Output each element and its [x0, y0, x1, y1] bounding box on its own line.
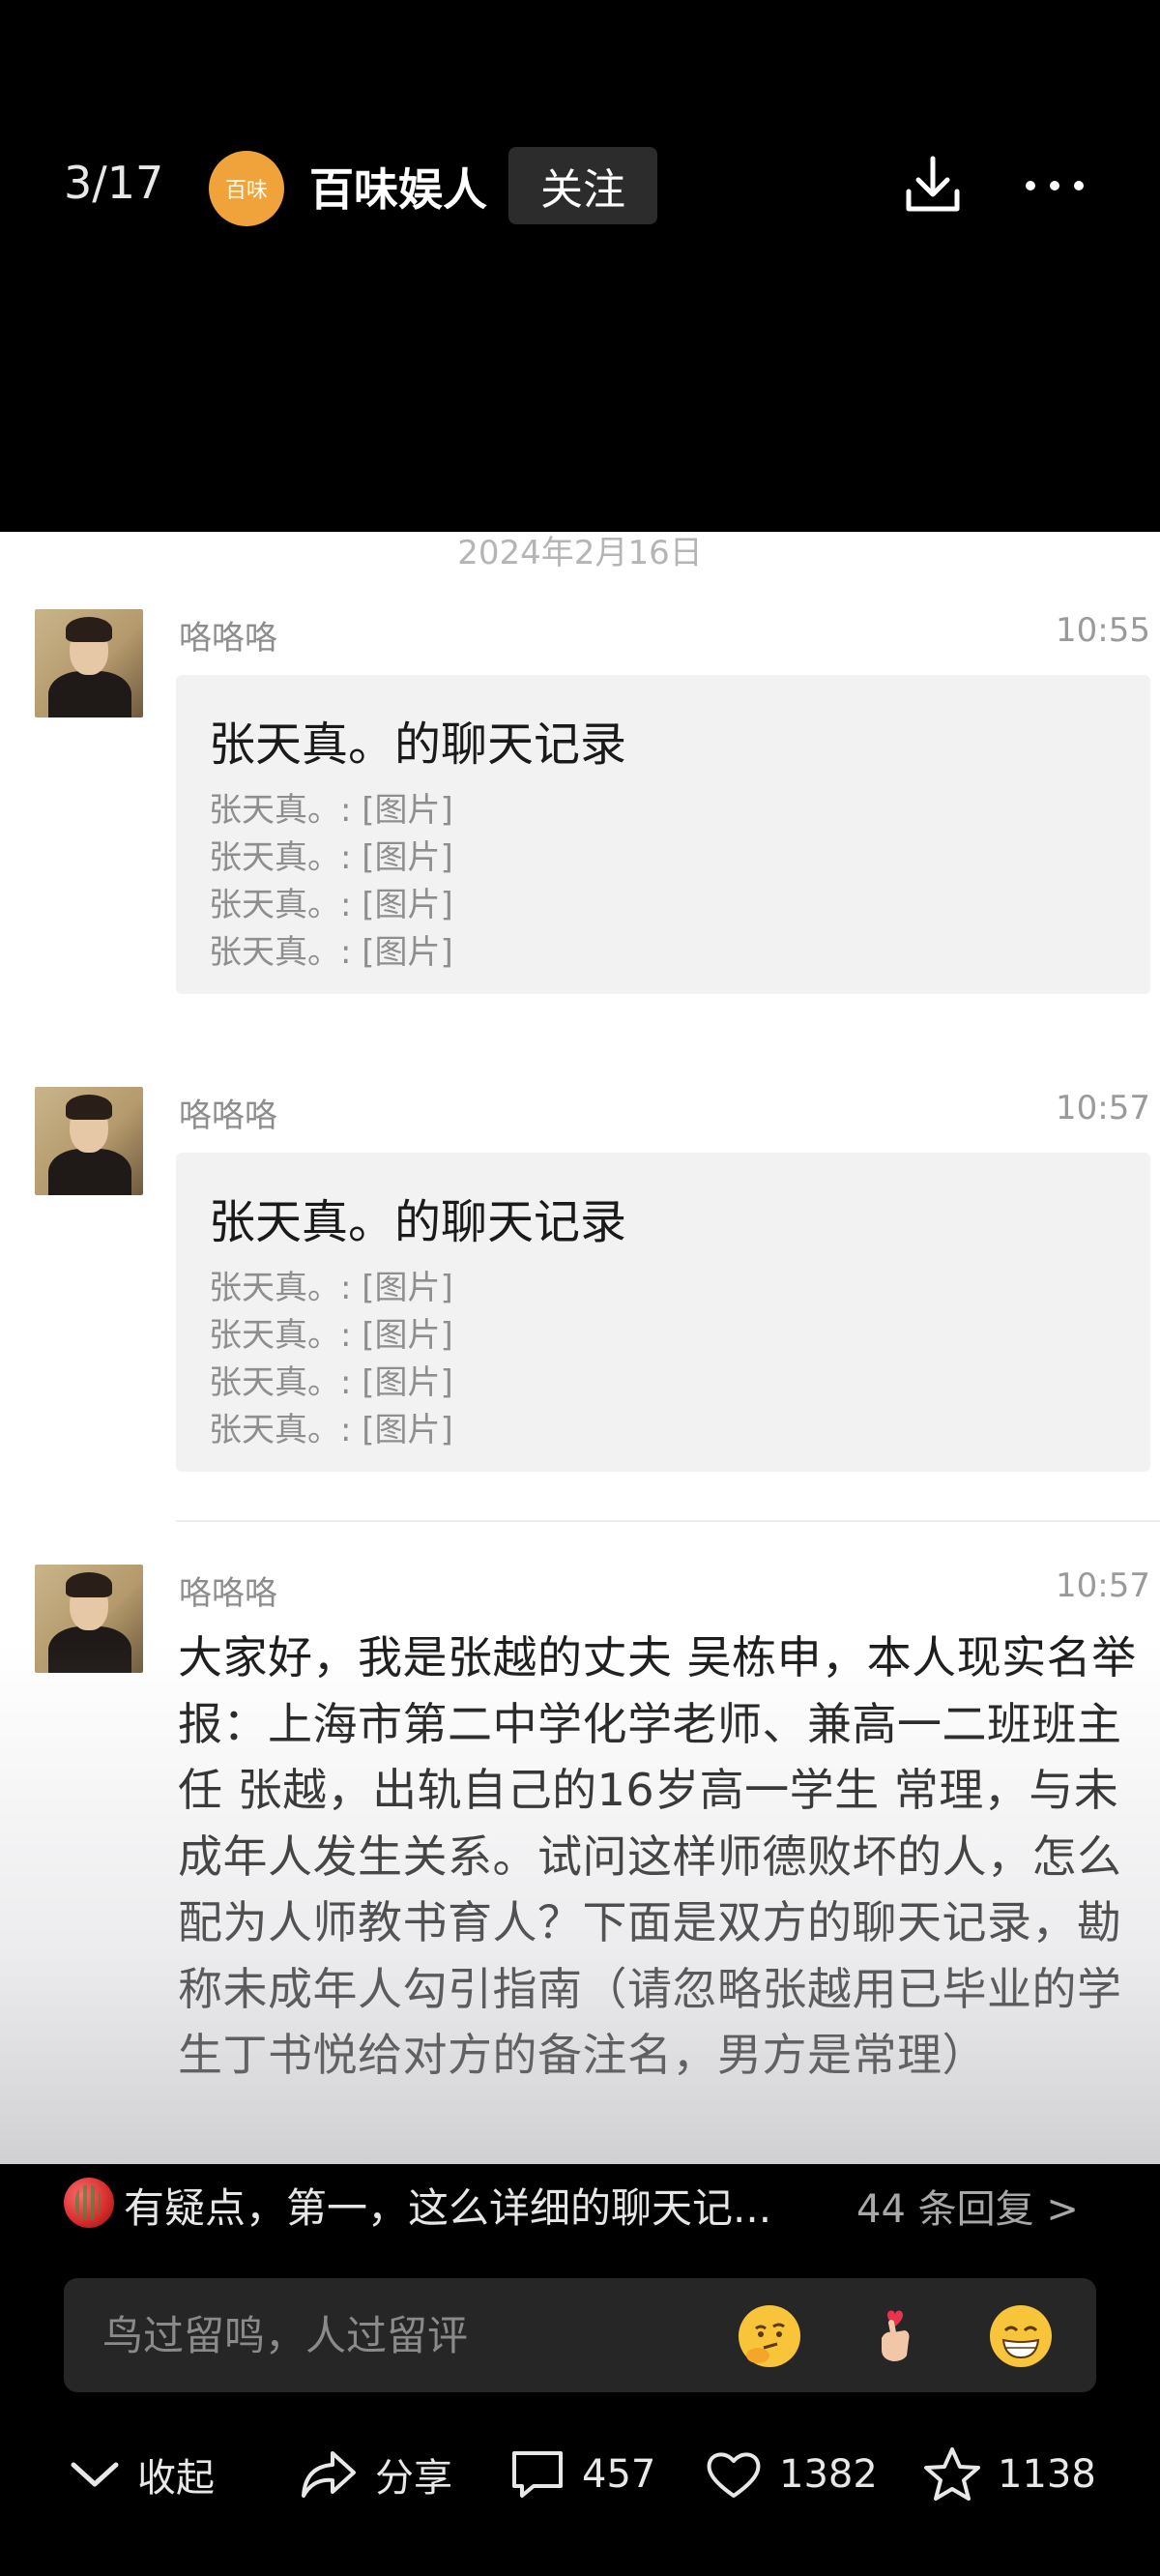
forwarded-chat-card: 张天真。的聊天记录 张天真。: [图片] 张天真。: [图片] 张天真。: [图…	[176, 1153, 1150, 1472]
sender-name: 咯咯咯	[179, 619, 277, 658]
finger-heart-emoji-icon[interactable]	[864, 2305, 926, 2367]
message-text: 大家好，我是张越的丈夫 吴栋申，本人现实名举报：上海市第二中学化学老师、兼高一二…	[178, 1631, 1137, 2081]
like-button[interactable]: 1382	[704, 2441, 878, 2508]
avatar	[35, 1087, 143, 1195]
message-time: 10:57	[1056, 1089, 1150, 1127]
more-icon[interactable]	[1021, 164, 1088, 207]
share-icon	[302, 2451, 356, 2498]
follow-button[interactable]: 关注	[508, 147, 657, 224]
sender-name: 咯咯咯	[179, 1574, 277, 1613]
card-line: 张天真。: [图片]	[209, 933, 453, 972]
favorites-count: 1138	[998, 2452, 1096, 2497]
commenter-avatar[interactable]	[64, 2178, 114, 2228]
share-button[interactable]: 分享	[298, 2441, 452, 2508]
sender-name: 咯咯咯	[179, 1097, 277, 1135]
share-label: 分享	[375, 2456, 452, 2501]
likes-count: 1382	[779, 2452, 878, 2497]
star-icon	[924, 2447, 980, 2501]
card-line: 张天真。: [图片]	[209, 1269, 453, 1307]
account-name[interactable]: 百味娱人	[309, 155, 487, 219]
date-header: 2024年2月16日	[457, 534, 703, 572]
avatar	[35, 1565, 143, 1673]
comments-button[interactable]: 457	[508, 2441, 655, 2508]
page-counter: 3/17	[64, 157, 164, 209]
card-line: 张天真。: [图片]	[209, 1363, 453, 1402]
top-bar: 3/17 百味 百味娱人 关注	[0, 0, 1160, 532]
comment-icon	[512, 2451, 563, 2498]
heart-icon	[707, 2452, 761, 2498]
comment-input-box[interactable]	[64, 2278, 1096, 2392]
reply-count-link[interactable]: 44 条回复 >	[856, 2178, 1079, 2234]
card-line: 张天真。: [图片]	[209, 1316, 453, 1355]
card-line: 张天真。: [图片]	[209, 791, 453, 830]
comment-input[interactable]	[102, 2278, 721, 2392]
divider	[176, 1520, 1160, 1522]
card-line: 张天真。: [图片]	[209, 1411, 453, 1449]
account-logo[interactable]: 百味	[209, 151, 284, 226]
chevron-down-icon	[71, 2462, 119, 2487]
card-line: 张天真。: [图片]	[209, 838, 453, 877]
comments-count: 457	[582, 2452, 656, 2497]
download-icon[interactable]	[899, 151, 967, 219]
message-time: 10:55	[1056, 611, 1150, 650]
forwarded-chat-card: 张天真。的聊天记录 张天真。: [图片] 张天真。: [图片] 张天真。: [图…	[176, 675, 1150, 994]
card-title: 张天真。的聊天记录	[209, 1195, 627, 1249]
collapse-button[interactable]: 收起	[68, 2441, 215, 2508]
message-time: 10:57	[1056, 1566, 1150, 1605]
grin-emoji-icon[interactable]	[990, 2305, 1052, 2367]
thinking-emoji-icon[interactable]	[739, 2305, 800, 2367]
collapse-label: 收起	[137, 2456, 215, 2501]
chat-screenshot: 2024年2月16日 咯咯咯 10:55 张天真。的聊天记录 张天真。: [图片…	[0, 532, 1160, 2164]
card-title: 张天真。的聊天记录	[209, 717, 627, 772]
card-line: 张天真。: [图片]	[209, 886, 453, 924]
avatar	[35, 609, 143, 717]
bottom-action-bar: 收起 分享 457 1382 1138	[0, 2417, 1160, 2543]
favorite-button[interactable]: 1138	[922, 2441, 1096, 2508]
comment-text[interactable]: 有疑点，第一，这么详细的聊天记...	[124, 2176, 771, 2235]
